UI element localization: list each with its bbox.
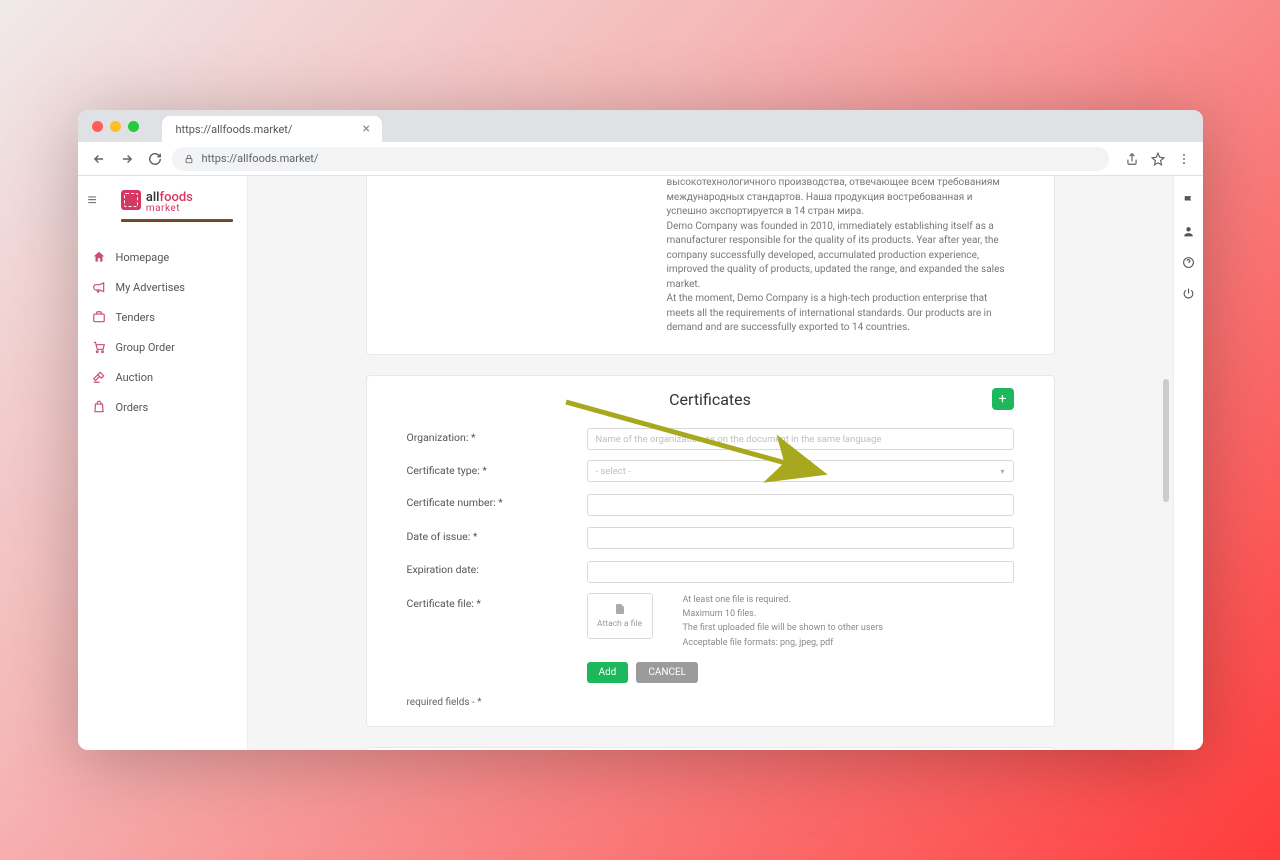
left-sidebar: ≡ allfoods market [78,176,248,750]
lock-icon [184,154,194,164]
row-cert-number: Certificate number: * [407,492,1014,516]
browser-tab[interactable]: https://allfoods.market/ × [162,116,382,142]
label-cert-number: Certificate number: * [407,492,587,509]
home-icon [92,250,106,264]
main-content: высокотехнологичного производства, отвеч… [248,176,1173,750]
arrow-left-icon [92,152,106,166]
scrollbar[interactable] [1163,182,1169,744]
address-actions [1123,150,1193,168]
sidebar-item-label: My Advertises [116,281,185,294]
next-section-card [366,747,1055,750]
gavel-icon [92,370,106,384]
menu-button[interactable] [1175,150,1193,168]
star-icon [1151,152,1165,166]
row-organization: Organization: * [407,427,1014,451]
add-button[interactable]: Add [587,662,629,683]
nav-forward-button[interactable] [116,148,138,170]
sidebar-item-label: Tenders [116,311,155,324]
page-viewport: ≡ allfoods market [78,176,1203,750]
tab-close-button[interactable]: × [362,121,369,137]
row-cert-file: Certificate file: * Attach a file At lea… [407,593,1014,651]
browser-address-bar: https://allfoods.market/ [78,142,1203,176]
select-cert-type[interactable]: - select - ▾ [587,460,1014,482]
browser-window: https://allfoods.market/ × https://allfo… [78,110,1203,750]
right-rail [1173,176,1203,750]
input-date-issue[interactable] [587,527,1014,549]
form-actions: Add CANCEL [587,662,1014,683]
required-fields-note: required fields - * [407,697,1014,708]
nav-reload-button[interactable] [144,148,166,170]
row-date-issue: Date of issue: * [407,526,1014,550]
nav-back-button[interactable] [88,148,110,170]
sidebar-item-label: Group Order [116,341,175,354]
power-icon[interactable] [1182,287,1195,300]
cancel-button[interactable]: CANCEL [636,662,698,683]
help-icon[interactable] [1182,256,1195,269]
browser-titlebar: https://allfoods.market/ × [78,110,1203,142]
cart-icon [92,340,106,354]
sidebar-item-label: Homepage [116,251,170,264]
row-expiration: Expiration date: [407,559,1014,583]
sidebar-item-label: Orders [116,401,149,414]
share-button[interactable] [1123,150,1141,168]
brand-logo[interactable]: allfoods market [107,184,247,228]
kebab-icon [1177,152,1191,166]
flag-icon[interactable] [1182,194,1195,207]
browser-window-wrapper: https://allfoods.market/ × https://allfo… [78,110,1203,750]
description-text: высокотехнологичного производства, отвеч… [667,176,1007,336]
label-cert-file: Certificate file: * [407,593,587,610]
select-placeholder: - select - [596,466,631,477]
reload-icon [148,152,162,166]
certificates-card: Certificates + Organization: * Certifica… [366,375,1055,728]
certificates-header: Certificates + [407,390,1014,409]
logo-mark-icon [121,190,141,210]
label-organization: Organization: * [407,427,587,444]
certificates-title: Certificates [669,390,751,409]
sidebar-collapse-button[interactable]: ≡ [78,184,107,216]
sidebar-item-homepage[interactable]: Homepage [78,242,247,272]
input-expiration[interactable] [587,561,1014,583]
company-description-card: высокотехнологичного производства, отвеч… [366,176,1055,355]
new-certificate-button[interactable]: + [992,388,1014,410]
label-expiration: Expiration date: [407,559,587,576]
scrollbar-thumb[interactable] [1163,379,1169,503]
sidebar-item-advertises[interactable]: My Advertises [78,272,247,302]
sidebar-item-orders[interactable]: Orders [78,392,247,422]
file-hints: At least one file is required. Maximum 1… [683,593,883,651]
sidebar-item-label: Auction [116,371,154,384]
input-organization[interactable] [587,428,1014,450]
file-icon [614,602,626,616]
label-cert-type: Certificate type: * [407,460,587,477]
sidebar-item-tenders[interactable]: Tenders [78,302,247,332]
logo-divider [121,219,233,222]
window-close-button[interactable] [92,121,103,132]
sidebar-item-auction[interactable]: Auction [78,362,247,392]
user-icon[interactable] [1182,225,1195,238]
attach-file-button[interactable]: Attach a file [587,593,653,639]
input-cert-number[interactable] [587,494,1014,516]
arrow-right-icon [120,152,134,166]
window-controls [92,121,139,132]
url-input[interactable]: https://allfoods.market/ [172,147,1109,171]
sidebar-nav: Homepage My Advertises Tenders Group Ord… [78,242,247,422]
briefcase-icon [92,310,106,324]
window-maximize-button[interactable] [128,121,139,132]
chevron-down-icon: ▾ [1000,467,1004,476]
megaphone-icon [92,280,106,294]
window-minimize-button[interactable] [110,121,121,132]
bag-icon [92,400,106,414]
bookmark-button[interactable] [1149,150,1167,168]
sidebar-item-group-order[interactable]: Group Order [78,332,247,362]
share-icon [1125,152,1139,166]
row-cert-type: Certificate type: * - select - ▾ [407,460,1014,482]
label-date-issue: Date of issue: * [407,526,587,543]
tab-title: https://allfoods.market/ [176,123,293,136]
url-text: https://allfoods.market/ [202,152,319,165]
attach-label: Attach a file [597,619,642,629]
